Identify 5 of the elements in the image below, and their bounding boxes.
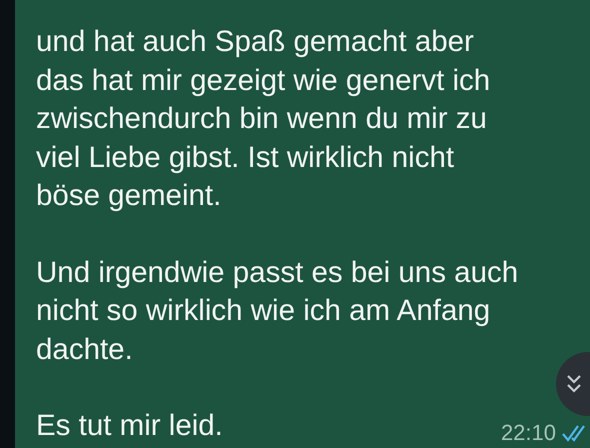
message-paragraph: Es tut mir leid. xyxy=(36,408,223,444)
message-paragraph: Und irgendwie passt es bei uns auch nicht so wirklich wie ich am Anfang dachte. xyxy=(36,254,518,368)
double-chevron-down-icon xyxy=(566,373,582,395)
message-time: 22:10 xyxy=(500,420,556,446)
message-paragraph: und hat auch Spaß gemacht aber das hat mir gezeigt wie genervt ich zwischendurch bin wenn du mir zu viel Liebe gibst. Ist wirklich nicht böse gemeint. xyxy=(36,24,490,214)
